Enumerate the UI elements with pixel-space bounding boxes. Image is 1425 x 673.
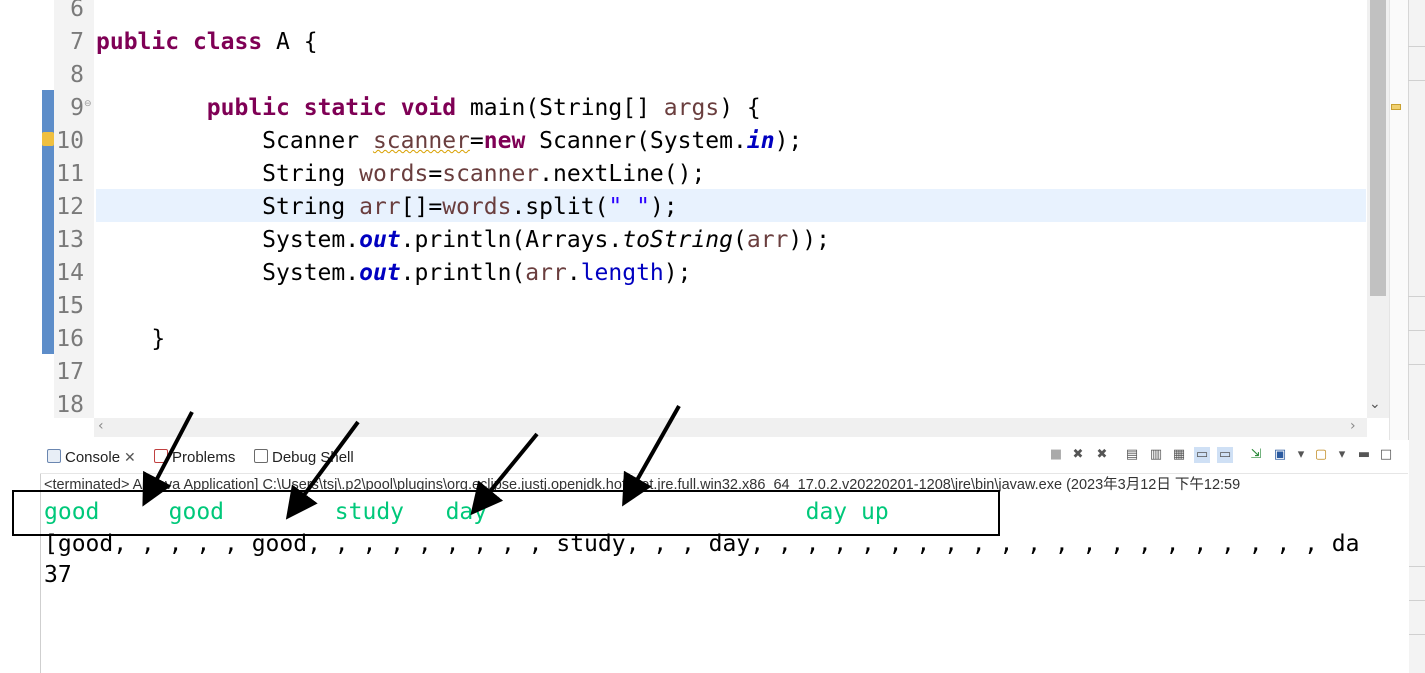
annotation-arrow xyxy=(142,411,194,507)
annotation-arrows xyxy=(142,405,681,520)
annotation-arrow xyxy=(622,405,681,507)
annotation-arrow xyxy=(285,420,360,520)
annotation-arrow xyxy=(470,432,539,516)
